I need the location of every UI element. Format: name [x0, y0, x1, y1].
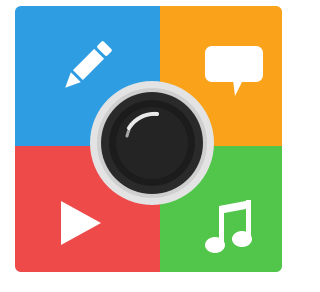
- app-icon[interactable]: [15, 6, 282, 272]
- screenshot-canvas: [0, 0, 297, 292]
- camera-lens-icon: [90, 81, 214, 205]
